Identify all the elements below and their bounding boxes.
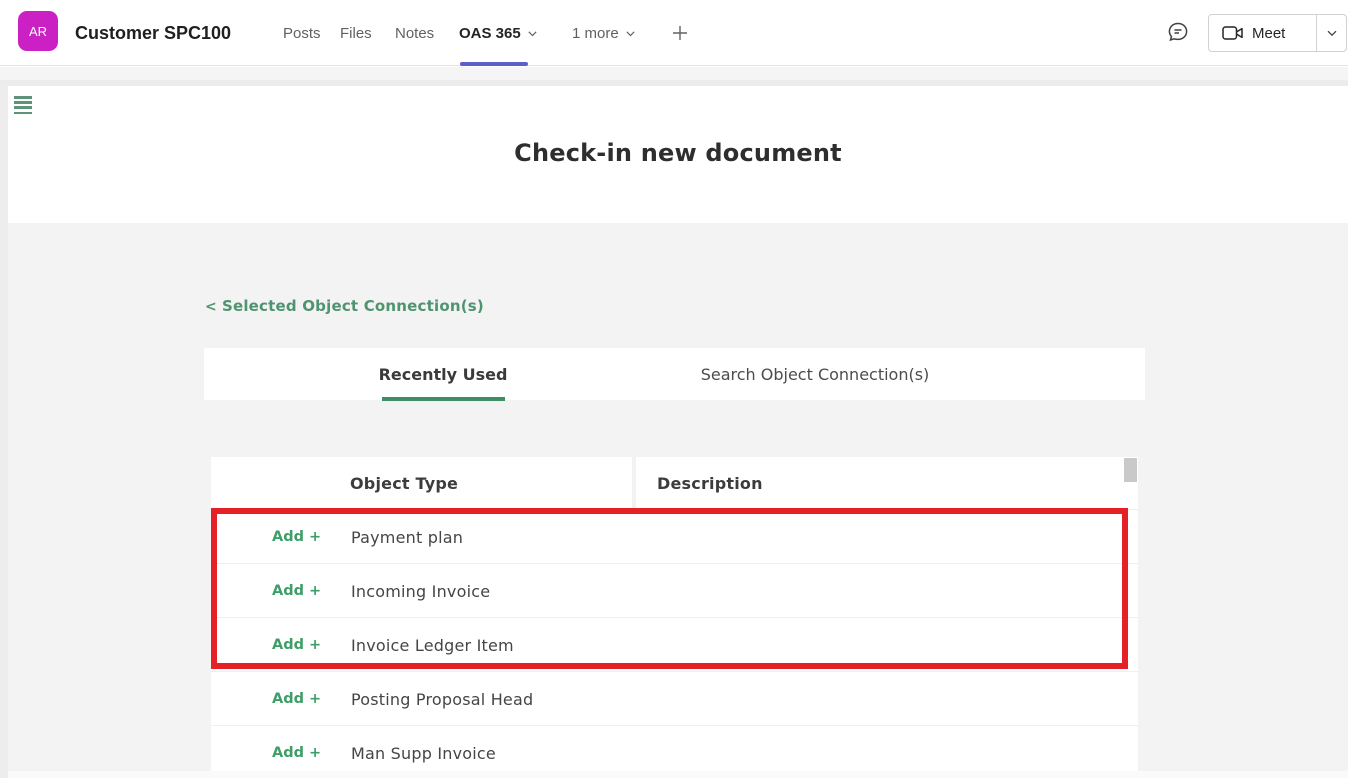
camera-icon bbox=[1222, 25, 1244, 41]
table-row: Add + Invoice Ledger Item bbox=[211, 617, 1138, 671]
tab-recently-used[interactable]: Recently Used bbox=[379, 348, 508, 400]
vertical-scrollbar-thumb[interactable] bbox=[1124, 458, 1137, 482]
plus-icon bbox=[670, 23, 690, 43]
meet-button[interactable]: Meet bbox=[1209, 15, 1316, 51]
tab-files[interactable]: Files bbox=[340, 0, 372, 66]
table-row: Add + Posting Proposal Head bbox=[211, 671, 1138, 725]
menu-icon[interactable] bbox=[14, 96, 32, 117]
table-header: Object Type Description bbox=[211, 457, 1138, 509]
team-avatar[interactable]: AR bbox=[18, 11, 58, 51]
connection-tabs: Recently Used Search Object Connection(s… bbox=[204, 348, 1145, 400]
horizontal-scrollbar-track bbox=[8, 771, 1348, 778]
chevron-left-icon: < bbox=[205, 299, 217, 315]
chat-bubble-icon bbox=[1165, 19, 1191, 45]
tab-search-object-connections[interactable]: Search Object Connection(s) bbox=[701, 348, 930, 400]
add-button[interactable]: Add + bbox=[272, 672, 321, 726]
object-table-body: Add + Payment plan Add + Incoming Invoic… bbox=[211, 509, 1138, 778]
teams-top-bar: AR Customer SPC100 Posts Files Notes OAS… bbox=[0, 0, 1348, 66]
object-type-cell: Posting Proposal Head bbox=[351, 672, 533, 726]
column-divider bbox=[632, 457, 636, 509]
object-type-cell: Payment plan bbox=[351, 510, 463, 564]
add-button[interactable]: Add + bbox=[272, 564, 321, 618]
object-type-cell: Invoice Ledger Item bbox=[351, 618, 514, 672]
tab-oas365[interactable]: OAS 365 bbox=[459, 0, 538, 66]
team-title: Customer SPC100 bbox=[75, 0, 231, 66]
table-row: Add + Payment plan bbox=[211, 509, 1138, 563]
tab-oas365-label: OAS 365 bbox=[459, 25, 521, 42]
meet-button-label: Meet bbox=[1252, 25, 1285, 42]
column-header-object-type: Object Type bbox=[350, 457, 458, 509]
add-button[interactable]: Add + bbox=[272, 618, 321, 672]
object-connection-table: Object Type Description Add + Payment pl… bbox=[211, 457, 1138, 771]
back-link[interactable]: < Selected Object Connection(s) bbox=[205, 297, 484, 315]
column-header-description: Description bbox=[657, 457, 763, 509]
tab-notes-label: Notes bbox=[395, 25, 434, 42]
tab-notes[interactable]: Notes bbox=[395, 0, 434, 66]
app-header-panel: Check-in new document bbox=[8, 86, 1348, 223]
chevron-down-icon bbox=[625, 28, 636, 39]
add-button[interactable]: Add + bbox=[272, 510, 321, 564]
object-type-cell: Incoming Invoice bbox=[351, 564, 490, 618]
meet-split-button: Meet bbox=[1208, 14, 1347, 52]
left-gutter bbox=[0, 86, 8, 778]
back-link-label: Selected Object Connection(s) bbox=[222, 297, 484, 315]
divider-strip bbox=[0, 67, 1348, 80]
tab-files-label: Files bbox=[340, 25, 372, 42]
open-chat-button[interactable] bbox=[1163, 17, 1193, 47]
chevron-down-icon bbox=[1326, 27, 1338, 39]
meet-options-dropdown[interactable] bbox=[1317, 15, 1346, 51]
chevron-down-icon bbox=[527, 28, 538, 39]
page-title: Check-in new document bbox=[8, 139, 1348, 167]
add-tab-button[interactable] bbox=[670, 0, 690, 66]
tab-more-label: 1 more bbox=[572, 25, 619, 42]
active-tab-indicator bbox=[460, 62, 528, 66]
tab-more[interactable]: 1 more bbox=[572, 0, 636, 66]
tab-posts-label: Posts bbox=[283, 25, 321, 42]
table-row: Add + Incoming Invoice bbox=[211, 563, 1138, 617]
active-tab-underline bbox=[382, 397, 505, 401]
tab-posts[interactable]: Posts bbox=[283, 0, 321, 66]
